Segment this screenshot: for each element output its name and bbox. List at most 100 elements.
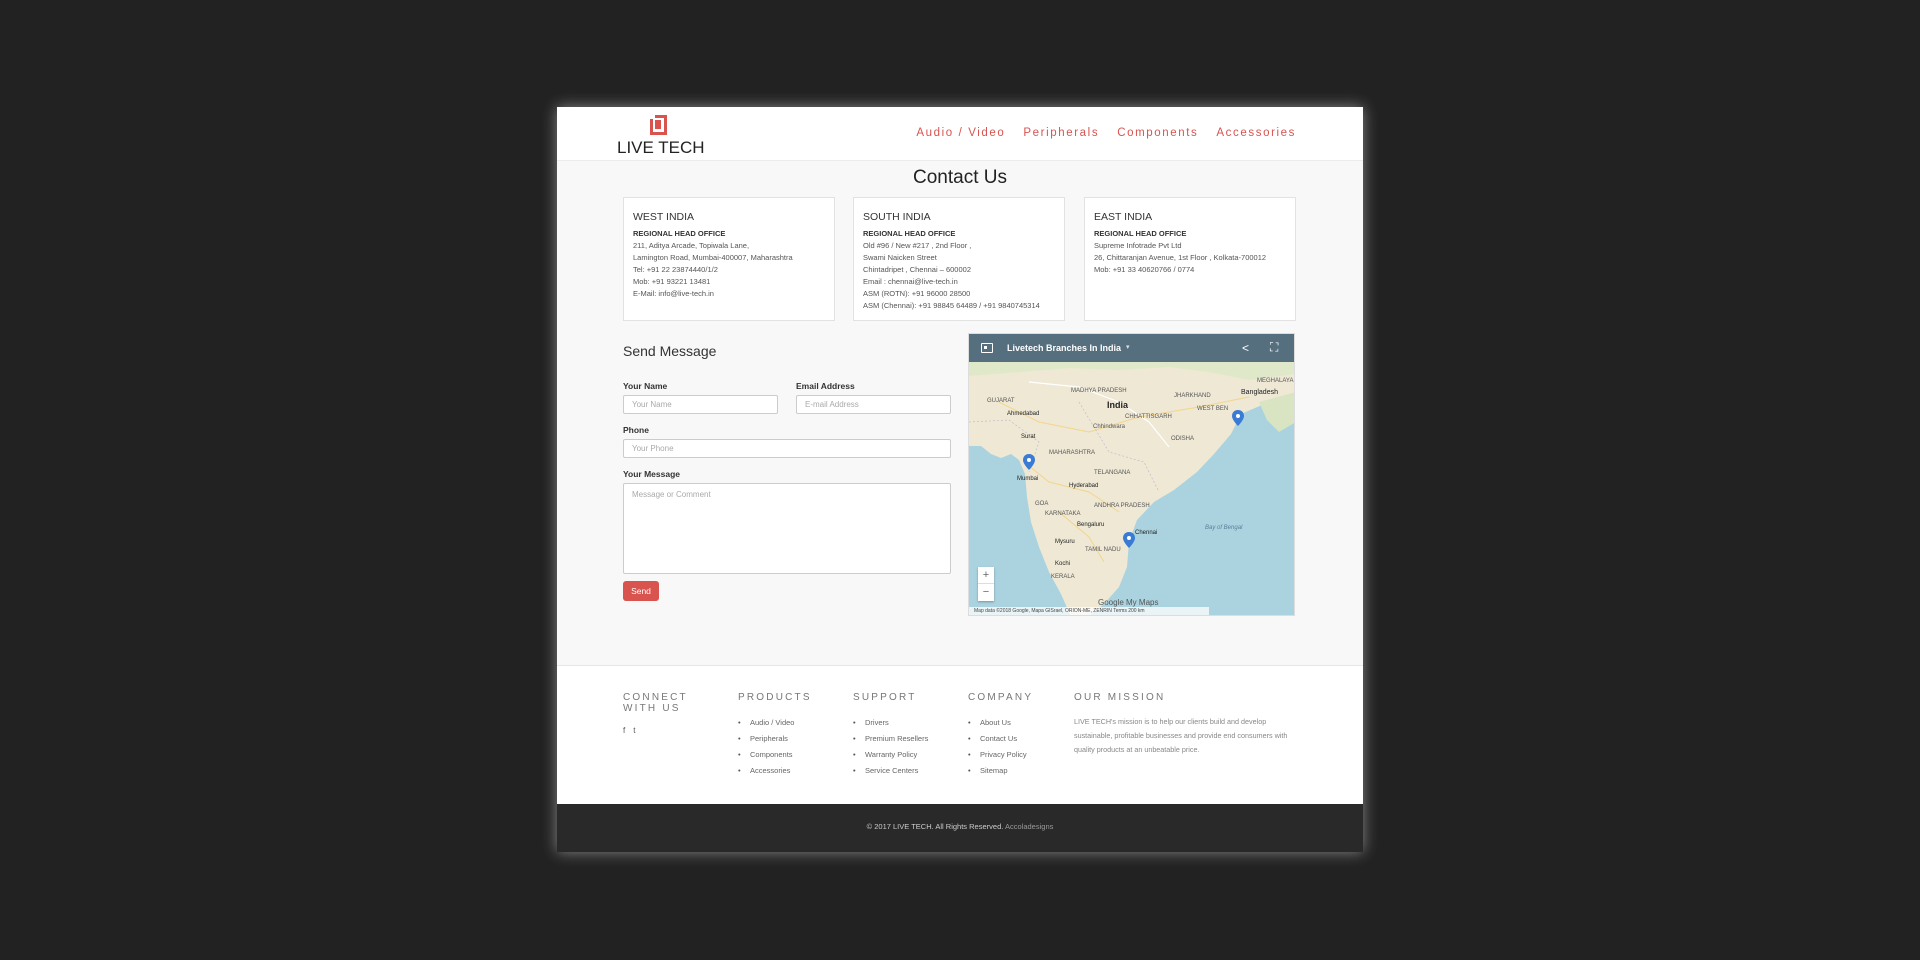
map-label: ANDHRA PRADESH [1094,503,1150,509]
map-label: GUJARAT [987,398,1015,404]
site-footer: CONNECT WITH US f t PRODUCTS Audio / Vid… [557,665,1363,811]
name-input[interactable] [623,395,778,414]
map-label: Bay of Bengal [1205,525,1243,531]
footer-heading: OUR MISSION [1074,692,1166,703]
nav-components[interactable]: Components [1117,127,1198,139]
office-card-south: SOUTH INDIA REGIONAL HEAD OFFICE Old #96… [853,197,1065,321]
footer-link[interactable]: About Us [968,715,1033,731]
map-label: JHARKHAND [1174,393,1211,399]
twitter-icon[interactable]: t [633,726,635,735]
name-label: Your Name [623,381,668,391]
office-line: Old #96 / New #217 , 2nd Floor , [863,241,972,250]
footer-link[interactable]: Peripherals [738,731,812,747]
facebook-icon[interactable]: f [623,726,625,735]
office-line: Mob: +91 93221 13481 [633,277,711,286]
share-icon[interactable]: < [1242,341,1249,355]
social-links: f t [623,726,703,735]
map-label: GOA [1035,501,1048,507]
map-label: CHHATTISGARH [1125,414,1172,420]
map-label: MEGHALAYA [1257,378,1293,384]
office-region: SOUTH INDIA [863,211,931,223]
office-line: Supreme Infotrade Pvt Ltd [1094,241,1182,250]
footer-company: COMPANY About Us Contact Us Privacy Poli… [968,692,1033,779]
map-label: Surat [1021,434,1036,440]
map-label: TAMIL NADU [1085,547,1121,553]
phone-label: Phone [623,425,649,435]
fullscreen-icon[interactable]: ⛶ [1270,340,1278,355]
footer-link[interactable]: Accessories [738,763,812,779]
logo-text: LIVE TECH [617,138,705,157]
map-label: Kochi [1055,561,1070,567]
page-title: Contact Us [913,167,1007,188]
office-line: Tel: +91 22 23874440/1/2 [633,265,718,274]
map-label: Ahmedabad [1007,411,1039,417]
map-label: Hyderabad [1069,483,1098,489]
office-line: 211, Aditya Arcade, Topiwala Lane, [633,241,750,250]
footer-heading: PRODUCTS [738,692,812,703]
map-zoom-controls: + − [978,567,994,601]
office-region: WEST INDIA [633,211,695,223]
send-button[interactable]: Send [623,581,659,601]
footer-link[interactable]: Audio / Video [738,715,812,731]
office-line: Swami Naicken Street [863,253,937,262]
map-label: MAHARASHTRA [1049,450,1095,456]
message-textarea[interactable] [623,483,951,574]
nav-peripherals[interactable]: Peripherals [1023,127,1099,139]
email-input[interactable] [796,395,951,414]
footer-link[interactable]: Drivers [853,715,928,731]
map-label: KERALA [1051,574,1075,580]
map-label: MADHYA PRADESH [1071,388,1127,394]
map-label: Bengaluru [1077,522,1104,528]
office-line: Chintadripet , Chennai – 600002 [863,265,971,274]
logo[interactable]: LIVE TECH [617,114,707,157]
map-attribution: Map data ©2018 Google, Mapa GISrael, ORI… [969,607,1209,615]
zoom-in-button[interactable]: + [978,567,994,584]
footer-link[interactable]: Service Centers [853,763,928,779]
map-title-caret-icon[interactable]: ▾ [1126,343,1130,351]
office-line: Lamington Road, Mumbai-400007, Maharasht… [633,253,793,262]
copyright-bar: © 2017 LIVE TECH. All Rights Reserved. A… [557,804,1363,852]
map-label: WEST BEN [1197,406,1228,412]
logo-mark-icon [650,115,667,135]
footer-heading: SUPPORT [853,692,917,703]
nav-accessories[interactable]: Accessories [1216,127,1296,139]
office-card-east: EAST INDIA REGIONAL HEAD OFFICE Supreme … [1084,197,1296,321]
footer-link[interactable]: Warranty Policy [853,747,928,763]
google-my-maps-logo: Google My Maps [1098,598,1159,607]
phone-input[interactable] [623,439,951,458]
footer-mission: OUR MISSION LIVE TECH's mission is to he… [1074,692,1298,757]
map-canvas[interactable]: GUJARAT MADHYA PRADESH JHARKHAND India B… [969,362,1295,616]
office-line: 26, Chittaranjan Avenue, 1st Floor , Kol… [1094,253,1267,262]
main-nav: Audio / Video Peripherals Components Acc… [916,127,1296,139]
map-label: TELANGANA [1094,470,1130,476]
message-label: Your Message [623,469,681,479]
map-label: Mumbai [1017,476,1038,482]
map-label: Mysuru [1055,539,1075,545]
footer-link[interactable]: Premium Resellers [853,731,928,747]
office-line: Mob: +91 33 40620766 / 0774 [1094,265,1195,274]
office-subtitle: REGIONAL HEAD OFFICE [863,229,956,238]
footer-link[interactable]: Sitemap [968,763,1033,779]
designer-credit-link[interactable]: Accoladesigns [1005,822,1053,831]
map-label: KARNATAKA [1045,511,1080,517]
map-label: India [1107,400,1129,410]
map-label: Chhindwara [1093,424,1126,430]
branches-map[interactable]: Livetech Branches In India ▾ < ⛶ GUJARAT… [968,333,1295,616]
map-label: Bangladesh [1241,389,1278,396]
map-legend-toggle-icon[interactable] [981,343,993,353]
zoom-out-button[interactable]: − [978,584,994,601]
footer-heading: COMPANY [968,692,1034,703]
map-title: Livetech Branches In India [1007,343,1122,353]
page-container: LIVE TECH Audio / Video Peripherals Comp… [557,107,1363,852]
copyright-text: © 2017 LIVE TECH. All Rights Reserved. [866,822,1004,831]
office-subtitle: REGIONAL HEAD OFFICE [633,229,726,238]
footer-link[interactable]: Components [738,747,812,763]
footer-link[interactable]: Privacy Policy [968,747,1033,763]
site-header: LIVE TECH Audio / Video Peripherals Comp… [557,107,1363,161]
footer-link[interactable]: Contact Us [968,731,1033,747]
map-toolbar: Livetech Branches In India ▾ < ⛶ [969,334,1294,362]
nav-audio-video[interactable]: Audio / Video [916,127,1005,139]
map-label: Chennai [1135,530,1157,536]
mission-text: LIVE TECH's mission is to help our clien… [1074,717,1288,754]
footer-products: PRODUCTS Audio / Video Peripherals Compo… [738,692,812,779]
